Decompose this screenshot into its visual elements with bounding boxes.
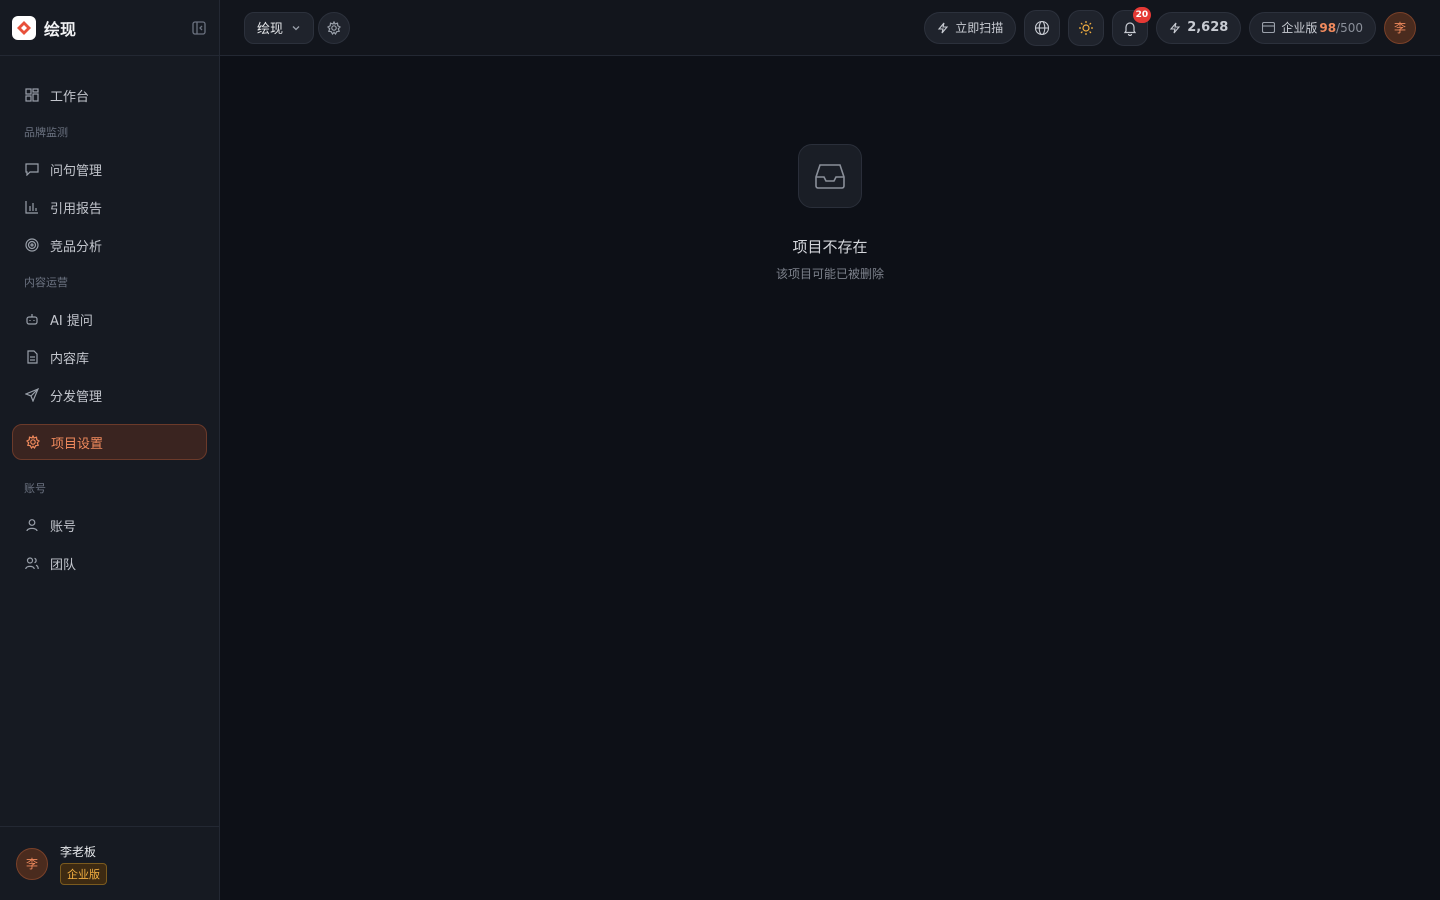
sidebar-item-label: 问句管理 [50, 163, 103, 179]
gear-icon [327, 20, 341, 35]
section-label-content: 内容运营 [24, 276, 68, 289]
grid-icon [24, 87, 40, 103]
sidebar-nav: 工作台 品牌监测 问句管理 引用报告 竞品分析 内容运营 AI 提问 内容库 分… [0, 56, 219, 582]
user-meta: 李老板 企业版 [60, 843, 107, 885]
user-icon [24, 517, 40, 533]
document-icon [24, 349, 40, 365]
plan-badge: 企业版 [60, 862, 107, 885]
sidebar-item-label: 项目设置 [51, 436, 104, 452]
sidebar-item-competitor-analysis[interactable]: 竞品分析 [0, 226, 219, 264]
bot-icon [24, 311, 40, 327]
plan-quota-display[interactable]: 企业版 98 /500 [1249, 11, 1376, 44]
credits-display[interactable]: 2,628 [1156, 11, 1242, 44]
scan-now-button[interactable]: 立即扫描 [924, 11, 1017, 44]
sidebar-item-citation-report[interactable]: 引用报告 [0, 188, 219, 226]
project-settings-button[interactable] [318, 11, 351, 44]
sidebar-item-distribution[interactable]: 分发管理 [0, 376, 219, 414]
sidebar-item-account[interactable]: 账号 [0, 506, 219, 544]
header-actions: 立即扫描 20 2,628 企业版 98 /500 李 [924, 6, 1416, 46]
project-name: 绘现 [257, 22, 284, 37]
target-icon [24, 237, 40, 253]
empty-state-subtitle: 该项目可能已被删除 [775, 267, 885, 281]
user-name: 李老板 [60, 844, 97, 859]
main-content: 项目不存在 该项目可能已被删除 [220, 56, 1440, 900]
notification-count-badge: 20 [1132, 6, 1152, 23]
bar-chart-icon [24, 199, 40, 215]
gear-icon [25, 434, 41, 450]
quota-used: 98 [1319, 20, 1337, 35]
user-profile[interactable]: 李 李老板 企业版 [0, 826, 219, 900]
avatar[interactable]: 李 [1384, 11, 1416, 44]
bell-icon [1122, 20, 1138, 36]
sidebar-item-label: 引用报告 [50, 201, 103, 217]
theme-toggle-button[interactable] [1068, 9, 1105, 46]
section-label-account: 账号 [24, 482, 46, 495]
sidebar-item-questions[interactable]: 问句管理 [0, 150, 219, 188]
sidebar-item-label: 工作台 [50, 89, 90, 105]
sidebar-item-team[interactable]: 团队 [0, 544, 219, 582]
sidebar-item-workbench[interactable]: 工作台 [0, 76, 219, 114]
lightning-icon [1169, 22, 1181, 34]
sidebar-collapse-icon[interactable] [191, 20, 207, 36]
sidebar-item-label: 分发管理 [50, 389, 103, 405]
sidebar-item-label: 竞品分析 [50, 239, 103, 255]
send-icon [24, 387, 40, 403]
brand-name: 绘现 [44, 19, 77, 39]
sidebar: 绘现 工作台 品牌监测 问句管理 引用报告 竞品分析 内容运营 AI 提问 内容… [0, 0, 220, 900]
sidebar-item-content-library[interactable]: 内容库 [0, 338, 219, 376]
chevron-down-icon [291, 23, 301, 33]
sidebar-item-label: 内容库 [50, 351, 90, 367]
users-icon [24, 555, 40, 571]
card-icon [1262, 22, 1276, 33]
brand-logo-icon[interactable] [12, 15, 36, 40]
lightning-icon [937, 22, 949, 34]
sun-icon [1078, 20, 1094, 36]
scan-now-label: 立即扫描 [955, 21, 1004, 35]
sidebar-item-label: 账号 [50, 519, 77, 535]
sidebar-item-label: AI 提问 [50, 313, 93, 329]
section-label-brand: 品牌监测 [24, 126, 68, 139]
notifications-button[interactable]: 20 [1112, 6, 1152, 46]
brand-header: 绘现 [0, 0, 219, 56]
quota-total: /500 [1336, 20, 1363, 35]
inbox-icon [797, 144, 862, 208]
language-button[interactable] [1024, 9, 1061, 46]
plan-label: 企业版 [1281, 21, 1318, 35]
sidebar-item-project-settings[interactable]: 项目设置 [12, 424, 207, 460]
top-bar: 绘现 立即扫描 20 2,628 企业版 98 /500 李 [220, 0, 1440, 56]
empty-state: 项目不存在 该项目可能已被删除 [776, 144, 884, 282]
empty-state-title: 项目不存在 [792, 238, 868, 256]
message-icon [24, 161, 40, 177]
project-selector[interactable]: 绘现 [244, 11, 315, 44]
sidebar-item-label: 团队 [50, 557, 77, 573]
avatar: 李 [16, 847, 48, 880]
credits-value: 2,628 [1187, 20, 1229, 35]
globe-icon [1034, 20, 1050, 36]
sidebar-item-ai-question[interactable]: AI 提问 [0, 300, 219, 338]
